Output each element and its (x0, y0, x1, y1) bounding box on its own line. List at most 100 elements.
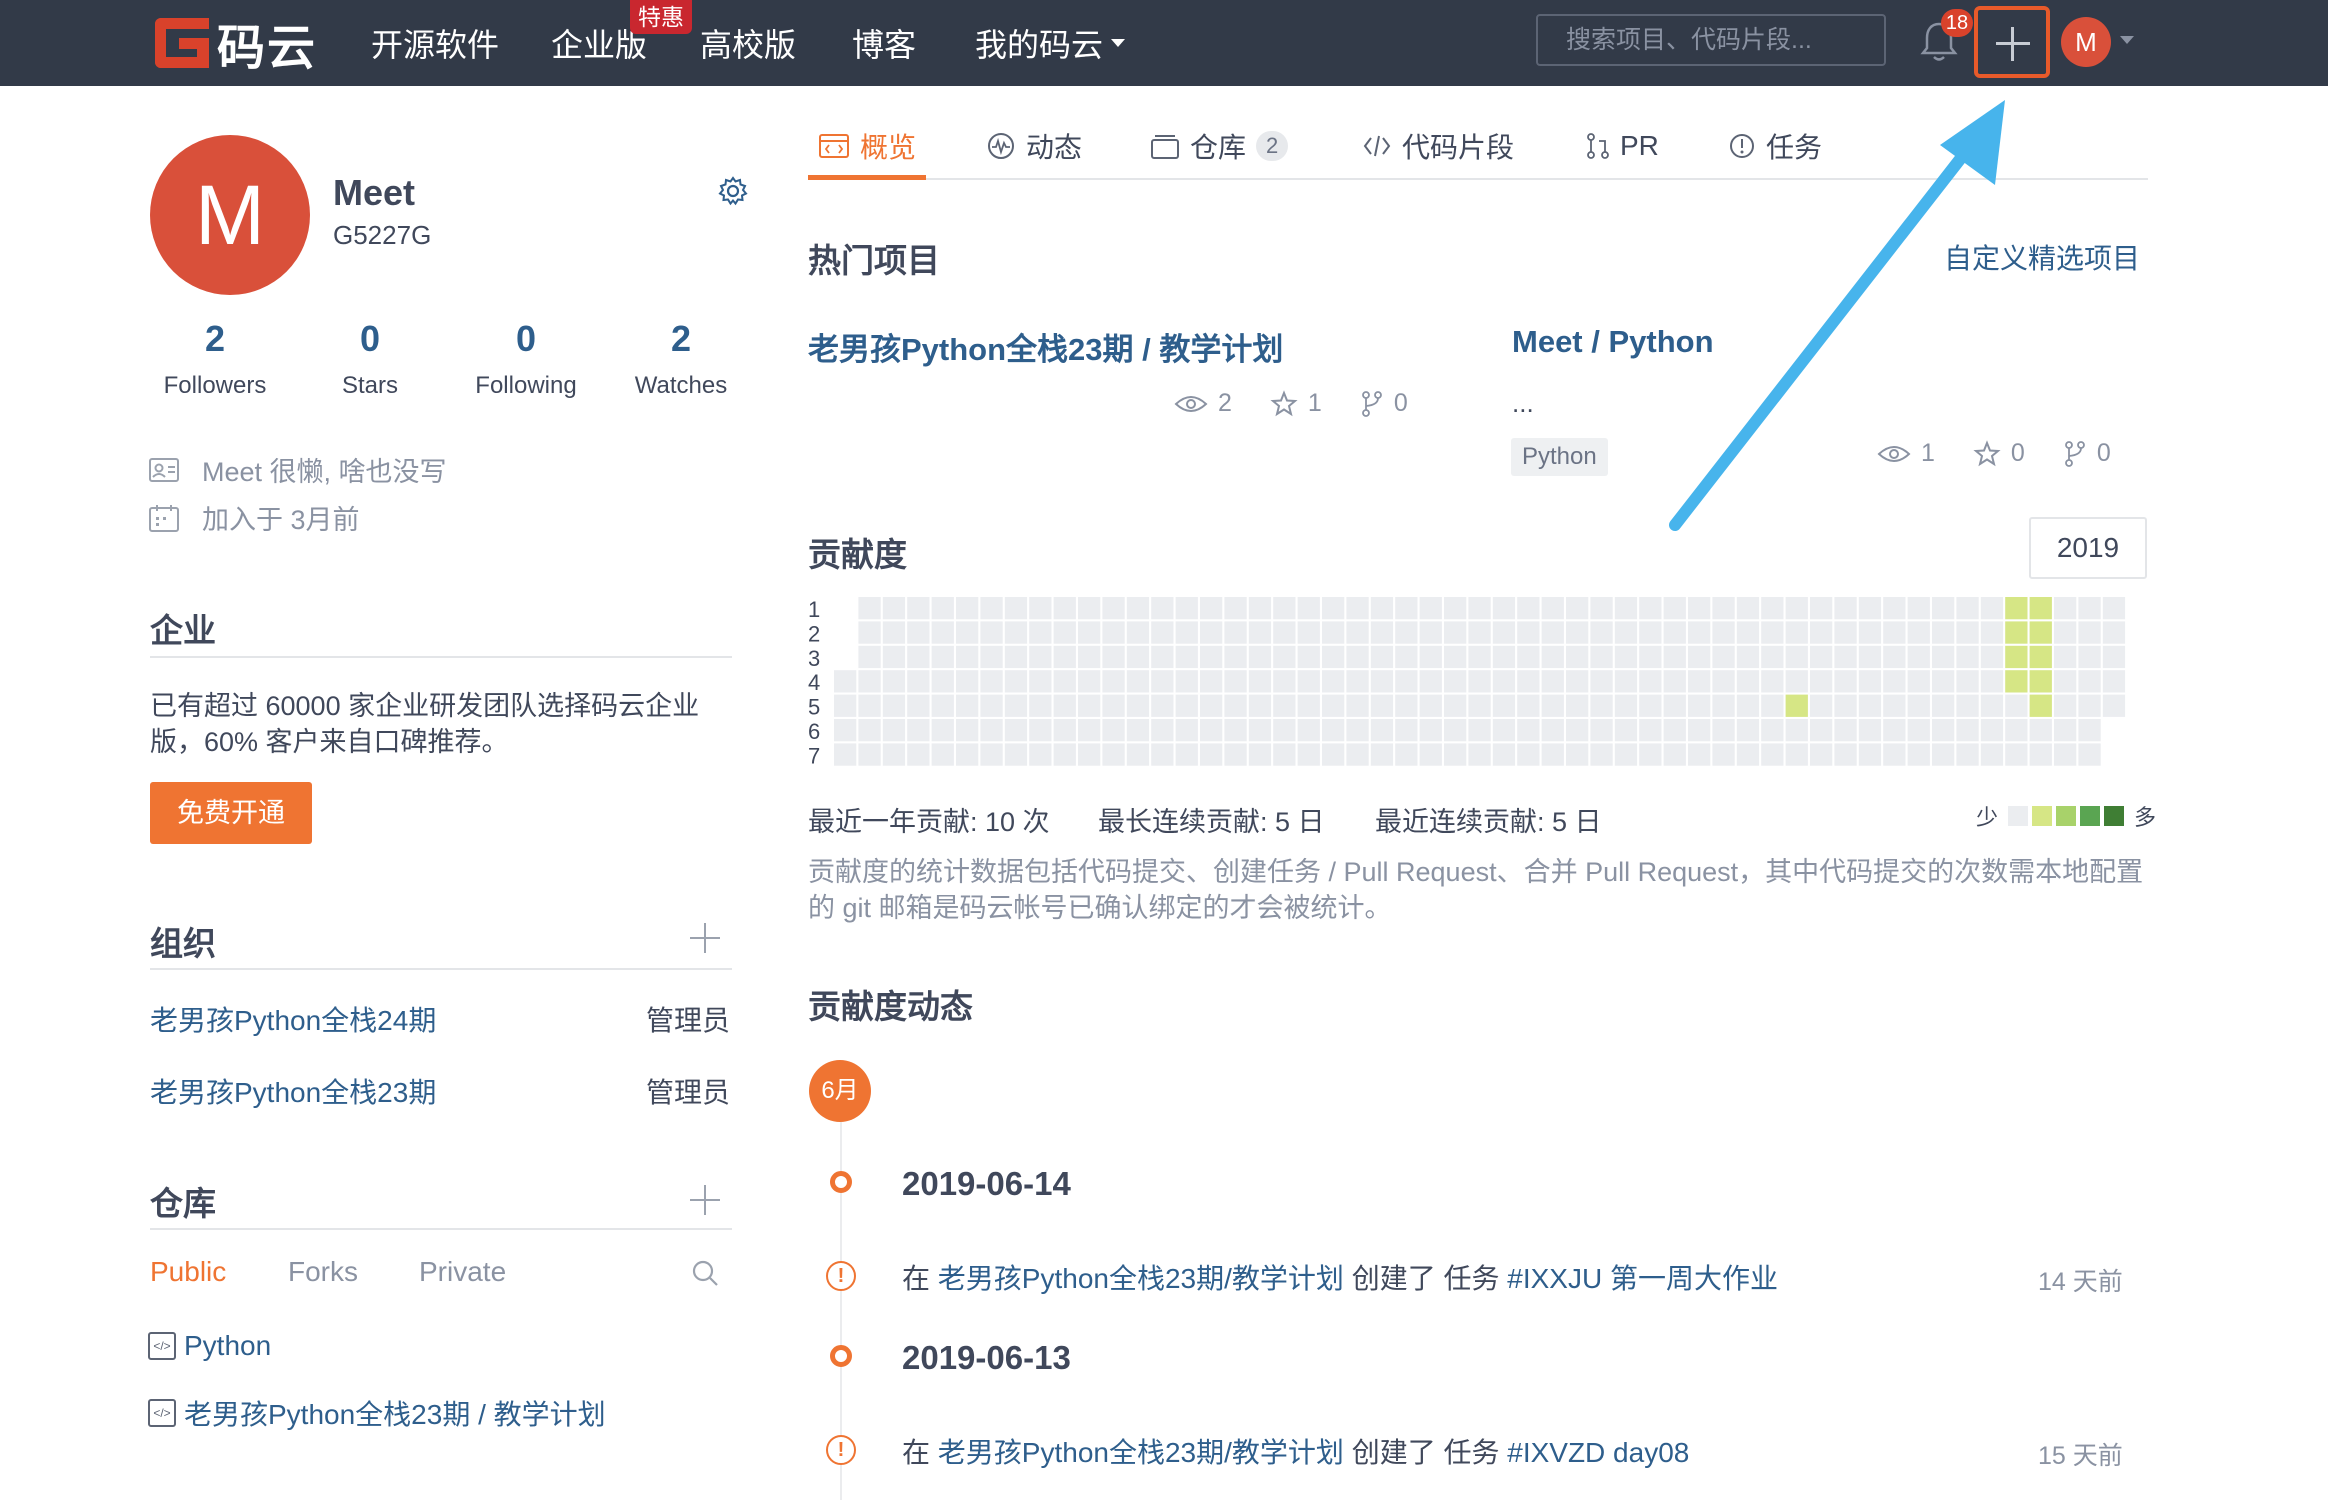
heatmap-cell (1517, 670, 1540, 693)
chevron-down-icon[interactable] (2120, 36, 2134, 44)
heatmap-cell (1273, 743, 1296, 766)
heatmap-cell (907, 719, 930, 742)
stat-followers[interactable]: 2 Followers (135, 318, 295, 400)
user-avatar-menu[interactable]: M (2061, 17, 2111, 67)
heatmap-cell (1322, 645, 1345, 669)
nav-university[interactable]: 高校版 (700, 0, 796, 86)
code-icon: </> (148, 1332, 176, 1360)
heatmap-cell (2102, 694, 2126, 717)
heatmap-cell (1297, 621, 1320, 644)
entry-issue-link[interactable]: #IXVZD day08 (1507, 1437, 1689, 1468)
logo-mark-icon (155, 18, 209, 68)
repo-tab-private[interactable]: Private (419, 1256, 506, 1288)
heatmap-cell (1639, 743, 1662, 766)
customize-featured-link[interactable]: 自定义精选项目 (1944, 237, 2140, 277)
heatmap-cell (1858, 645, 1882, 669)
heatmap-cell (1883, 694, 1906, 717)
nav-my-gitee-label: 我的码云 (975, 27, 1104, 63)
search-icon[interactable] (690, 1258, 720, 1288)
stat-label: Stars (341, 372, 398, 399)
heatmap-cell (882, 743, 906, 766)
heatmap-cell (1688, 694, 1711, 717)
nav-my-gitee[interactable]: 我的码云 (975, 0, 1126, 86)
heatmap-cell (2005, 597, 2028, 620)
stat-following[interactable]: 0 Following (446, 318, 606, 400)
heatmap-cell (1858, 694, 1882, 717)
heatmap-cell (1614, 670, 1638, 693)
heatmap-day-label: 3 (808, 646, 820, 671)
tab-issues[interactable]: 任务 (1728, 126, 1822, 166)
heatmap-cell (1834, 621, 1857, 644)
heatmap-cell (1468, 743, 1491, 766)
year-selector[interactable]: 2019 (2029, 517, 2147, 579)
heatmap-cell (1297, 694, 1320, 717)
free-trial-button[interactable]: 免费开通 (150, 782, 312, 844)
add-org-plus-icon[interactable] (690, 923, 720, 953)
stat-watches[interactable]: 2 Watches (601, 318, 761, 400)
logo[interactable]: 码云 (155, 12, 317, 75)
star-icon (1973, 439, 2001, 466)
create-new-button[interactable] (1974, 6, 2050, 78)
heatmap-cell (2078, 597, 2101, 620)
project-title-link[interactable]: 老男孩Python全栈23期 / 教学计划 (808, 324, 1283, 369)
heatmap-cell (1273, 645, 1296, 669)
repo-tab-public[interactable]: Public (150, 1256, 226, 1288)
tab-overview[interactable]: 概览 (818, 126, 916, 166)
tab-snippets[interactable]: 代码片段 (1362, 126, 1514, 166)
heatmap-cell (834, 719, 857, 742)
heatmap-cell (1370, 670, 1394, 693)
project-title-link[interactable]: Meet / Python (1512, 324, 1714, 360)
heatmap-cell (882, 670, 906, 693)
entry-repo-link[interactable]: 老男孩Python全栈23期/教学计划 (938, 1263, 1344, 1294)
heatmap-cell (1956, 597, 1979, 620)
stat-stars[interactable]: 0 Stars (290, 318, 450, 400)
repo-tab-forks[interactable]: Forks (288, 1256, 358, 1288)
nav-open-source[interactable]: 开源软件 (371, 0, 499, 86)
tab-repos[interactable]: 仓库 2 (1150, 126, 1289, 166)
add-repo-plus-icon[interactable] (690, 1185, 720, 1215)
search-input[interactable]: 搜索项目、代码片段... (1536, 14, 1886, 66)
heatmap-cell (1053, 743, 1076, 766)
heatmap-cell (1761, 670, 1784, 693)
heatmap-cell (2029, 621, 2052, 644)
heatmap-cell (1541, 694, 1564, 717)
entry-issue-link[interactable]: #IXXJU 第一周大作业 (1507, 1263, 1778, 1294)
heatmap-cell (1907, 670, 1930, 693)
heatmap-cell (980, 694, 1003, 717)
tab-activity[interactable]: 动态 (986, 126, 1082, 166)
heatmap-cell (1419, 621, 1442, 644)
heatmap-cell (1517, 645, 1540, 669)
fork-count: 0 (2096, 439, 2111, 467)
heatmap-cell (1834, 597, 1857, 620)
heatmap-cell (1395, 621, 1418, 644)
heatmap-cell (1395, 694, 1418, 717)
fork-icon (1361, 390, 1382, 417)
heatmap-cell (1395, 645, 1418, 669)
repo-item[interactable]: </> Python (148, 1330, 271, 1362)
heatmap-cell (1663, 645, 1686, 669)
heatmap-cell (956, 597, 979, 620)
heatmap-cell (1078, 621, 1101, 644)
heatmap-cell (1980, 719, 2004, 742)
timeline-dot (830, 1345, 852, 1367)
heatmap-cell (1273, 670, 1296, 693)
heatmap-day-label: 6 (808, 719, 820, 744)
repo-item[interactable]: </> 老男孩Python全栈23期 / 教学计划 (148, 1393, 606, 1433)
entry-repo-link[interactable]: 老男孩Python全栈23期/教学计划 (938, 1437, 1344, 1468)
tab-pr[interactable]: PR (1586, 126, 1659, 166)
org-link[interactable]: 老男孩Python全栈24期 (150, 999, 436, 1039)
heatmap-cell (834, 694, 857, 717)
stat-label: Watches (634, 372, 728, 399)
heatmap-cell (1883, 743, 1906, 766)
heatmap-cell (1395, 743, 1418, 766)
heatmap-cell (2054, 597, 2077, 620)
heatmap-cell (1883, 597, 1906, 620)
logo-text: 码云 (217, 22, 318, 75)
gear-icon[interactable] (718, 176, 748, 206)
heatmap-cell (858, 743, 881, 766)
heatmap-cell (1956, 645, 1979, 669)
heatmap-cell (907, 621, 930, 644)
org-link[interactable]: 老男孩Python全栈23期 (150, 1071, 436, 1111)
heatmap-cell (1834, 743, 1857, 766)
nav-blog[interactable]: 博客 (852, 0, 916, 86)
